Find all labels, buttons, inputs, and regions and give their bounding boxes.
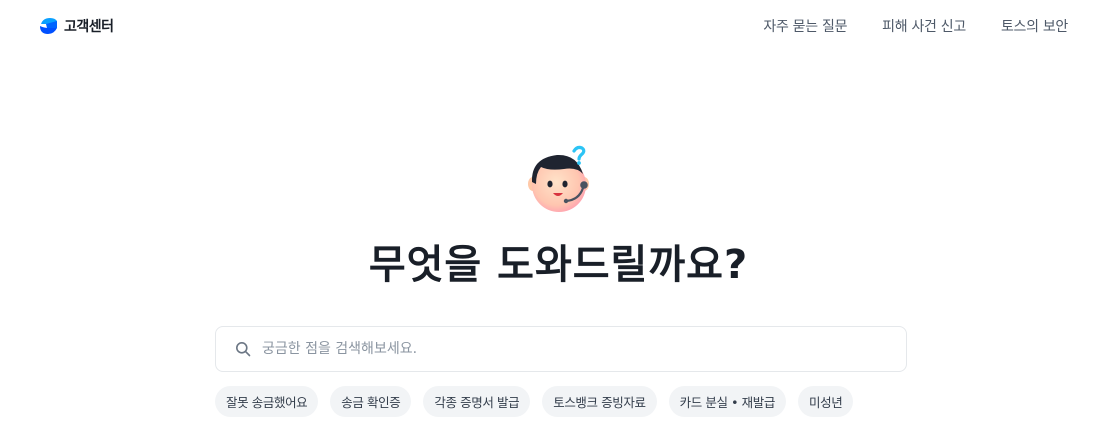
nav-security[interactable]: 토스의 보안: [1001, 16, 1068, 36]
toss-logo-icon: [40, 18, 57, 34]
chip-transfer-certificate[interactable]: 송금 확인증: [330, 386, 412, 417]
quick-chips: 잘못 송금했어요 송금 확인증 각종 증명서 발급 토스뱅크 증빙자료 카드 분…: [215, 386, 854, 417]
brand-title: 고객센터: [64, 19, 114, 35]
chip-tossbank-documents[interactable]: 토스뱅크 증빙자료: [542, 386, 657, 417]
search-box[interactable]: [215, 326, 907, 372]
page-title: 무엇을 도와드릴까요?: [368, 242, 749, 288]
search-input[interactable]: [262, 329, 906, 369]
nav-fraud-report[interactable]: 피해 사건 신고: [882, 16, 966, 36]
header: 고객센터 자주 묻는 질문 피해 사건 신고 토스의 보안: [0, 0, 1117, 54]
chip-wrong-transfer[interactable]: 잘못 송금했어요: [215, 386, 319, 417]
support-agent-mascot-icon: [527, 145, 589, 212]
top-nav: 자주 묻는 질문 피해 사건 신고 토스의 보안: [763, 16, 1068, 36]
chip-certificate-issue[interactable]: 각종 증명서 발급: [423, 386, 531, 417]
hero: [0, 140, 1117, 220]
chip-minor[interactable]: 미성년: [798, 386, 854, 417]
nav-faq[interactable]: 자주 묻는 질문: [763, 16, 847, 36]
search-icon: [236, 342, 251, 357]
brand-home-link[interactable]: 고객센터: [38, 15, 114, 37]
chip-card-lost-reissue[interactable]: 카드 분실 • 재발급: [668, 386, 786, 417]
